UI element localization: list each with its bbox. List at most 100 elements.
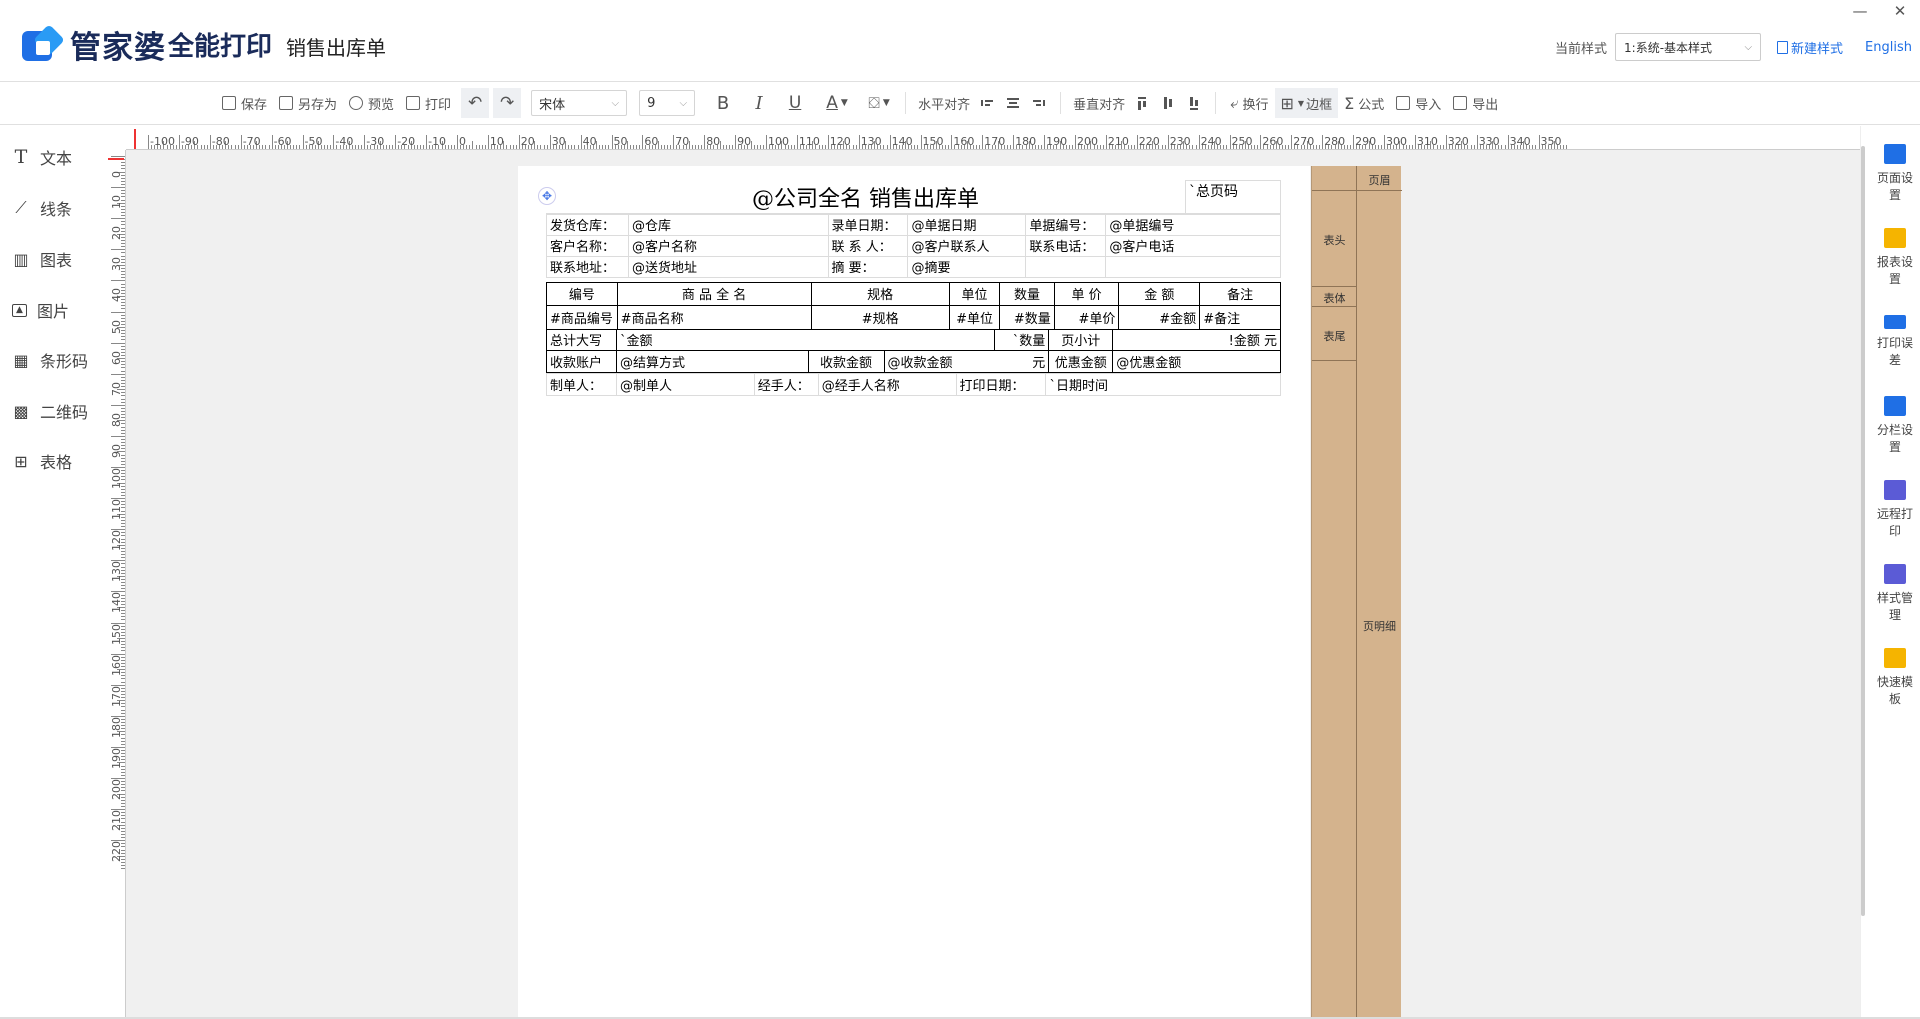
handler-label[interactable]: 经手人： bbox=[753, 372, 819, 396]
wrap-button[interactable]: ⤶ 换行 bbox=[1224, 88, 1274, 118]
pay-account-field[interactable]: @结算方式 bbox=[615, 351, 809, 373]
memo-field[interactable]: @摘要 bbox=[907, 255, 1027, 278]
handler-field[interactable]: @经手人名称 bbox=[817, 372, 957, 396]
detail-name[interactable]: #商品名称 bbox=[616, 304, 812, 330]
font-family-select[interactable]: 宋体 ⌵ bbox=[531, 90, 628, 116]
tool-barcode[interactable]: ▦ 条形码 bbox=[12, 347, 88, 373]
band-label-table-body[interactable]: 表体 bbox=[1312, 290, 1357, 306]
col-header-code[interactable]: 编号 bbox=[546, 281, 618, 306]
export-button[interactable]: 导出 bbox=[1447, 88, 1504, 118]
band-label-header[interactable]: 页眉 bbox=[1357, 172, 1402, 188]
align-bottom-button[interactable] bbox=[1181, 88, 1207, 118]
discount-field[interactable]: @优惠金额 bbox=[1112, 351, 1281, 373]
creator-label[interactable]: 制单人： bbox=[546, 372, 617, 396]
total-qty-field[interactable]: `数量 bbox=[994, 329, 1050, 351]
total-words-label[interactable]: 总计大写 bbox=[546, 329, 617, 351]
tool-chart[interactable]: ▥ 图表 bbox=[12, 246, 72, 272]
received-label[interactable]: 收款金额 bbox=[807, 351, 885, 373]
italic-button[interactable]: I bbox=[745, 88, 773, 118]
quick-template-button[interactable]: 快速模板 bbox=[1875, 648, 1915, 708]
design-canvas[interactable]: -100 -90 -80 -70 -60 -50 -40 -30 -20 -10 0 10 20 30 40… bbox=[108, 126, 1860, 1019]
warehouse-field[interactable]: @仓库 bbox=[627, 213, 829, 236]
close-button[interactable]: ✕ bbox=[1880, 0, 1920, 22]
formula-button[interactable]: Σ 公式 bbox=[1338, 88, 1390, 118]
print-date-label[interactable]: 打印日期： bbox=[955, 372, 1047, 396]
warehouse-label[interactable]: 发货仓库： bbox=[546, 213, 629, 236]
page-settings-button[interactable]: 页面设置 bbox=[1875, 144, 1915, 204]
report-settings-button[interactable]: 报表设置 bbox=[1875, 228, 1915, 288]
print-date-field[interactable]: `日期时间 bbox=[1045, 372, 1281, 396]
band-label-table-head[interactable]: 表头 bbox=[1312, 232, 1357, 248]
remote-print-button[interactable]: 远程打印 bbox=[1875, 480, 1915, 540]
address-label[interactable]: 联系地址： bbox=[546, 255, 629, 278]
order-no-label[interactable]: 单据编号： bbox=[1025, 213, 1107, 236]
order-date-field[interactable]: @单据日期 bbox=[907, 213, 1027, 236]
align-right-button[interactable] bbox=[1026, 88, 1052, 118]
detail-remark[interactable]: #备注 bbox=[1199, 304, 1281, 330]
align-middle-button[interactable] bbox=[1155, 88, 1181, 118]
phone-label[interactable]: 联系电话： bbox=[1025, 234, 1107, 257]
column-settings-button[interactable]: 分栏设置 bbox=[1875, 396, 1915, 456]
fill-color-button[interactable]: ⛋ ▼ bbox=[861, 88, 897, 118]
font-color-button[interactable]: A ▼ bbox=[819, 88, 855, 118]
customer-name-field[interactable]: @客户名称 bbox=[627, 234, 829, 257]
detail-qty[interactable]: #数量 bbox=[999, 304, 1055, 330]
total-pages-field[interactable]: `总页码 bbox=[1185, 180, 1281, 214]
customer-name-label[interactable]: 客户名称： bbox=[546, 234, 629, 257]
col-header-amount[interactable]: 金 额 bbox=[1118, 281, 1201, 306]
save-button[interactable]: 保存 bbox=[216, 88, 273, 118]
new-style-button[interactable]: 新建样式 bbox=[1777, 38, 1843, 57]
band-label-table-tail[interactable]: 表尾 bbox=[1312, 328, 1357, 344]
contact-field[interactable]: @客户联系人 bbox=[907, 234, 1027, 257]
font-size-select[interactable]: 9 ⌵ bbox=[639, 90, 696, 116]
minimize-button[interactable]: — bbox=[1840, 0, 1880, 22]
print-button[interactable]: 打印 bbox=[400, 88, 457, 118]
order-no-field[interactable]: @单据编号 bbox=[1105, 213, 1281, 236]
page-subtotal-field[interactable]: !金额 元 bbox=[1112, 329, 1281, 351]
total-words-field[interactable]: `金额 bbox=[615, 329, 996, 351]
memo-label[interactable]: 摘 要： bbox=[827, 255, 909, 278]
tool-qrcode[interactable]: ▩ 二维码 bbox=[12, 398, 88, 424]
pay-account-label[interactable]: 收款账户 bbox=[546, 351, 617, 373]
border-button[interactable]: ⊞ ▼ 边框 bbox=[1274, 88, 1339, 118]
undo-button[interactable]: ↶ bbox=[461, 88, 490, 118]
phone-field[interactable]: @客户电话 bbox=[1105, 234, 1281, 257]
detail-price[interactable]: #单价 bbox=[1053, 304, 1120, 330]
redo-button[interactable]: ↷ bbox=[493, 88, 522, 118]
col-header-unit[interactable]: 单位 bbox=[948, 281, 1001, 306]
detail-code[interactable]: #商品编号 bbox=[546, 304, 618, 330]
style-select[interactable]: 1:系统-基本样式 ⌵ bbox=[1615, 33, 1762, 61]
scrollbar[interactable] bbox=[1861, 146, 1865, 916]
col-header-spec[interactable]: 规格 bbox=[810, 281, 950, 306]
tool-image[interactable]: ▲ 图片 bbox=[12, 297, 69, 323]
order-date-label[interactable]: 录单日期： bbox=[827, 213, 909, 236]
bold-button[interactable]: B bbox=[709, 88, 737, 118]
style-manage-button[interactable]: 样式管理 bbox=[1875, 564, 1915, 624]
tool-line[interactable]: ⟋ 线条 bbox=[12, 195, 72, 221]
detail-unit[interactable]: #单位 bbox=[948, 304, 1001, 330]
detail-spec[interactable]: #规格 bbox=[810, 304, 950, 330]
tool-table[interactable]: ⊞ 表格 bbox=[12, 448, 72, 474]
address-field[interactable]: @送货地址 bbox=[627, 255, 829, 278]
language-switch[interactable]: English bbox=[1865, 40, 1912, 55]
detail-amount[interactable]: #金额 bbox=[1118, 304, 1201, 330]
received-field[interactable]: @收款金额 bbox=[883, 351, 995, 373]
import-button[interactable]: 导入 bbox=[1390, 88, 1447, 118]
col-header-qty[interactable]: 数量 bbox=[999, 281, 1055, 306]
underline-button[interactable]: U bbox=[781, 88, 809, 118]
contact-label[interactable]: 联 系 人： bbox=[827, 234, 909, 257]
align-top-button[interactable] bbox=[1129, 88, 1155, 118]
discount-label[interactable]: 优惠金额 bbox=[1048, 351, 1114, 373]
page-subtotal-label[interactable]: 页小计 bbox=[1048, 329, 1114, 351]
form-title[interactable]: @公司全名 销售出库单 bbox=[546, 180, 1187, 214]
save-as-button[interactable]: 另存为 bbox=[273, 88, 343, 118]
creator-field[interactable]: @制单人 bbox=[615, 372, 755, 396]
tool-text[interactable]: T 文本 bbox=[12, 144, 72, 170]
align-center-button[interactable] bbox=[1000, 88, 1026, 118]
col-header-remark[interactable]: 备注 bbox=[1199, 281, 1281, 306]
col-header-name[interactable]: 商 品 全 名 bbox=[616, 281, 812, 306]
preview-button[interactable]: 预览 bbox=[343, 88, 400, 118]
col-header-price[interactable]: 单 价 bbox=[1053, 281, 1120, 306]
band-label-detail[interactable]: 页明细 bbox=[1357, 618, 1402, 634]
print-offset-button[interactable]: 打印误差 bbox=[1875, 312, 1915, 369]
